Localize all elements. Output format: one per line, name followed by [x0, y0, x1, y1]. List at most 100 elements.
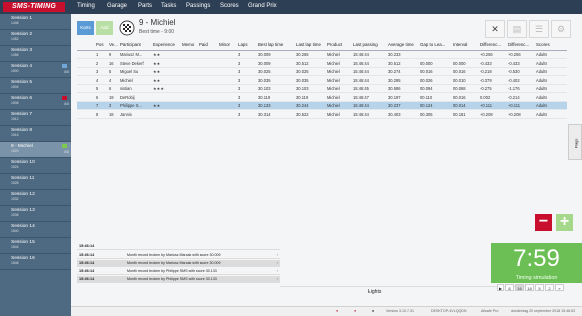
speed-option[interactable]: 8 — [505, 284, 514, 291]
lights-panel[interactable]: ^ Lights — [280, 286, 527, 296]
session-code: 1456 — [11, 53, 19, 57]
col-product[interactable]: Product — [327, 42, 342, 47]
menu-grand-prix[interactable]: Grand Prix — [248, 3, 277, 9]
chevron-right-icon[interactable]: › — [277, 268, 278, 273]
cell-gap: 00.124 — [420, 103, 433, 108]
speed-option[interactable]: 18 — [525, 284, 534, 291]
session-title: 9 - Michiel — [139, 18, 176, 27]
col-scores[interactable]: Scores — [536, 42, 550, 47]
chevron-right-icon[interactable]: › — [277, 252, 278, 257]
cell-exp: ★★ — [153, 103, 161, 108]
col-last-passing[interactable]: Last passing — [353, 42, 378, 47]
col-vehicle[interactable]: Ve... — [109, 42, 118, 47]
cell-diff1: -0.379 — [480, 77, 492, 83]
sidebar-item-session-12[interactable]: Session 12 1532 — [0, 190, 71, 206]
col-minor[interactable]: Minor — [219, 42, 230, 47]
cell-scores: Adults — [536, 60, 548, 66]
sidebar-item-session-4[interactable]: Session 4 1500 8/8 — [0, 62, 71, 78]
flags-tab[interactable]: ‹ Flags — [568, 124, 582, 160]
list-icon[interactable]: ☰ — [529, 20, 549, 38]
menu-timing[interactable]: Timing — [77, 3, 95, 9]
sidebar-item-session-11[interactable]: Session 11 1528 — [0, 174, 71, 190]
session-name: Session 14 — [11, 224, 35, 229]
speed-option[interactable]: 16 — [515, 284, 524, 291]
sidebar-item-session-10[interactable]: Session 10 1524 — [0, 158, 71, 174]
cell-participant: Michiel — [120, 77, 133, 83]
col-experience[interactable]: Experience — [153, 42, 175, 47]
sidebar-item-session-15[interactable]: Session 15 1544 — [0, 238, 71, 254]
speed-option[interactable]: 2 — [545, 284, 554, 291]
karts-button[interactable]: Karts — [77, 21, 94, 35]
chevron-right-icon[interactable]: › — [277, 276, 278, 281]
menu-scores[interactable]: Scores — [220, 3, 239, 9]
menu-tasks[interactable]: Tasks — [161, 3, 176, 9]
cell-ve: 18 — [109, 111, 114, 117]
add-participant-button[interactable]: + — [556, 214, 573, 231]
sidebar-item-session-16[interactable]: Session 16 1548 — [0, 254, 71, 270]
sidebar-item-session-6[interactable]: Session 6 1508 8/8 — [0, 94, 71, 110]
tools-icon[interactable]: ✕ — [485, 20, 505, 38]
menu-garage[interactable]: Garage — [107, 3, 127, 9]
play-icon[interactable]: ▶ — [497, 284, 504, 291]
table-row[interactable]: 4 4 Michiel ★★ 3 30.035 30.035 Michiel 15:46:44 3… — [77, 77, 567, 85]
sidebar-item-session-9[interactable]: 9 - Michiel 1520 8/8 — [0, 142, 71, 158]
sidebar-item-session-7[interactable]: Session 7 1512 — [0, 110, 71, 126]
cell-interval: 00.000 — [453, 60, 466, 66]
sidebar-item-session-8[interactable]: Session 8 1516 — [0, 126, 71, 142]
cell-diff1: -0.218 — [480, 69, 492, 74]
skip-icon[interactable]: » — [555, 284, 564, 291]
menu-parts[interactable]: Parts — [138, 3, 152, 9]
col-laps[interactable]: Laps — [238, 42, 248, 47]
cell-diff1: +0.256 — [480, 52, 493, 57]
col-memo[interactable]: Memo — [182, 42, 194, 47]
flags-label: Flags — [573, 138, 579, 149]
speed-option[interactable]: 5 — [535, 284, 544, 291]
col-best-lap[interactable]: Best lap time — [258, 42, 283, 47]
col-average[interactable]: Average time — [388, 42, 414, 47]
cell-pos: 7 — [96, 103, 99, 108]
table-row[interactable]: 1 9 Mariusz M... ★★ 3 30.009 30.265 Michiel 15:4… — [77, 51, 567, 59]
status-badge — [62, 64, 67, 68]
col-interval[interactable]: Interval — [453, 42, 467, 47]
table-row[interactable]: 6 19 DeRobij 3 30.119 30.119 Michiel 15:46:47 30… — [77, 94, 567, 102]
col-paid[interactable]: Paid — [199, 42, 208, 47]
table-row[interactable]: 7 3 Philippe S... ★★ 3 30.133 30.244 Michiel 15:… — [77, 102, 567, 110]
sidebar-item-session-13[interactable]: Session 13 1536 — [0, 206, 71, 222]
col-diff-1[interactable]: Differenc... — [480, 42, 501, 47]
sidebar-item-session-3[interactable]: Session 3 1456 — [0, 46, 71, 62]
col-diff-2[interactable]: Differenc... — [508, 42, 529, 47]
cell-diff2: -0.214 — [508, 94, 520, 100]
col-pos[interactable]: Pos — [96, 42, 104, 47]
add-button[interactable]: Add — [96, 21, 113, 35]
col-last-lap[interactable]: Last lap time — [296, 42, 321, 47]
log-row: 15:46:14 Month record broken by Philippe … — [77, 268, 280, 275]
settings-icon[interactable]: ⚙ — [551, 20, 571, 38]
cell-last: 30.244 — [296, 103, 309, 108]
cell-diff1: -0.433 — [480, 60, 492, 66]
sidebar-item-session-14[interactable]: Session 14 1540 — [0, 222, 71, 238]
chevron-right-icon[interactable]: › — [277, 260, 278, 265]
cell-product: Michiel — [327, 77, 340, 83]
cell-diff2: -0.433 — [508, 60, 520, 66]
cell-avg: 30.586 — [388, 86, 401, 91]
table-row[interactable]: 8 18 Jannis 3 30.314 30.522 Michiel 15:46:44 30.… — [77, 111, 567, 119]
sidebar-item-session-5[interactable]: Session 5 1504 — [0, 78, 71, 94]
sidebar-item-session-1[interactable]: Session 1 1448 — [0, 14, 71, 30]
col-gap[interactable]: Gap to Lea... — [420, 42, 445, 47]
cell-diff2: +0.256 — [508, 52, 521, 57]
cell-diff1: +0.208 — [480, 111, 493, 117]
table-row[interactable]: 3 5 Miguel Su ★★ 3 30.025 30.025 Michiel 15:46:4… — [77, 68, 567, 76]
menu-passings[interactable]: Passings — [186, 3, 210, 9]
cell-exp: ★★ — [153, 52, 161, 57]
cell-best: 30.133 — [258, 103, 271, 108]
table-row[interactable]: 5 6 sistian ★★★ 3 30.103 30.103 Michiel 15:46:45… — [77, 85, 567, 93]
session-name: Session 16 — [11, 256, 35, 261]
col-participant[interactable]: Participant — [120, 42, 141, 47]
document-icon[interactable]: ▤ — [507, 20, 527, 38]
lights-text: Lights — [368, 289, 382, 295]
table-row[interactable]: 2 16 Steve Dekerf ★★ 3 30.009 30.512 Michiel 15:… — [77, 60, 567, 68]
remove-button[interactable]: − — [535, 214, 552, 231]
app-logo: SMS-TIMING — [3, 2, 65, 12]
sidebar-item-session-2[interactable]: Session 2 1452 — [0, 30, 71, 46]
status-bar: ● ● ■ Version 3.10.7.31 DESKTOP-4VLQQDN … — [71, 306, 582, 316]
